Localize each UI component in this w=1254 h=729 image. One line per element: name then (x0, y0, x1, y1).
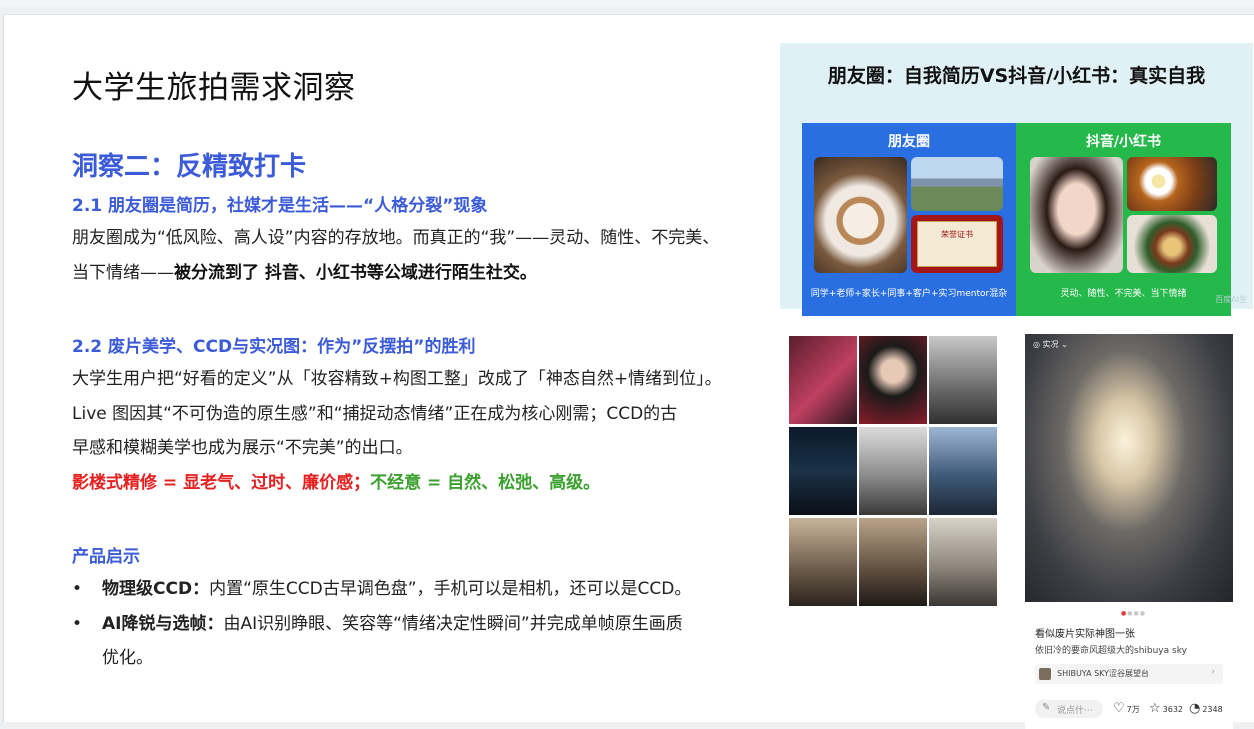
bullet-1-text: 物理级CCD：内置“原生CCD古早调色盘”，手机可以是相机，还可以是CCD。 (102, 572, 752, 606)
star-count: 3632 (1162, 705, 1184, 714)
landscape-photo (911, 157, 1003, 211)
douyin-xhs-footer: 灵动、随性、不完美、当下情绪 (1060, 289, 1187, 299)
collage-photo (859, 336, 927, 424)
pencil-icon: ✎ (1042, 702, 1051, 713)
section-2-2-body: 大学生用户把“好看的定义”从「妆容精致+构图工整」改成了「神态自然+情绪到位」。… (72, 362, 722, 500)
section-2-1-line-2-bold: 被分流到了 抖音、小红书等公域进行陌生社交。 (174, 262, 537, 283)
social-post-card: ◎ 实况 ⌄ ●●●● 看似废片实际神图一张 依旧冷的要命风超级大的shibuy… (1025, 334, 1233, 729)
bullet-2-body-cont: 优化。 (102, 648, 153, 668)
star-icon: ☆ (1149, 701, 1161, 716)
carousel-dots: ●●●● (1121, 610, 1146, 617)
comment-button[interactable]: ◔ 2348 (1189, 701, 1223, 716)
product-heading: 产品启示 (72, 547, 140, 567)
like-button[interactable]: ♡ 7万 (1113, 701, 1140, 716)
window-top-strip (0, 0, 1254, 6)
location-thumb-icon (1039, 668, 1051, 680)
comparison-image: 朋友圈：自我简历VS抖音/小红书：真实自我 朋友圈 荣誉证书 同学+老师+家长+… (780, 43, 1253, 316)
certificate-inner (917, 221, 997, 267)
collage-photo (929, 336, 997, 424)
comment-icon: ◔ (1189, 701, 1201, 716)
bullet-2-bold: AI降锐与选帧： (102, 614, 224, 634)
section-2-1-line-2: 当下情绪——被分流到了 抖音、小红书等公域进行陌生社交。 (72, 256, 719, 291)
conclusion-green: 不经意 = 自然、松弛、高级。 (370, 472, 601, 493)
favorite-button[interactable]: ☆ 3632 (1149, 701, 1183, 716)
coffee-photo (814, 157, 907, 273)
douyin-xhs-column: 抖音/小红书 灵动、随性、不完美、当下情绪 (1016, 123, 1231, 316)
slide: 大学生旅拍需求洞察 洞察二：反精致打卡 2.1 朋友圈是简历，社媒才是生活——“… (3, 14, 1254, 729)
location-tag[interactable]: SHIBUYA SKY涩谷展望台 › (1035, 664, 1223, 684)
selfie-photo (1030, 157, 1123, 273)
bullet-1-body: 内置“原生CCD古早调色盘”，手机可以是相机，还可以是CCD。 (209, 579, 692, 599)
collage-photo (789, 518, 857, 606)
comment-input[interactable]: ✎ 说点什··· (1035, 700, 1103, 718)
certificate-photo: 荣誉证书 (911, 215, 1003, 273)
food-photo-2 (1127, 215, 1217, 273)
comment-count: 2348 (1202, 705, 1223, 714)
page-title: 大学生旅拍需求洞察 (72, 70, 356, 106)
conclusion-red: 影楼式精修 = 显老气、过时、廉价感； (72, 472, 371, 493)
collage-photo (859, 518, 927, 606)
insight-heading: 洞察二：反精致打卡 (72, 152, 307, 182)
section-2-1-line-2-plain: 当下情绪—— (72, 262, 174, 283)
moments-heading: 朋友圈 (888, 134, 930, 150)
watermark: 百度AI生 (1215, 295, 1247, 304)
collage-photo (789, 336, 857, 424)
collage-photo (789, 427, 857, 515)
bullet-2-body: 由AI识别睁眼、笑容等“情绪决定性瞬间”并完成单帧原生画质 (223, 614, 683, 634)
post-caption: 依旧冷的要命风超级大的shibuya sky (1035, 646, 1187, 656)
comment-placeholder: 说点什··· (1057, 706, 1093, 716)
section-2-2-title: 2.2 废片美学、CCD与实况图：作为”反摆拍”的胜利 (72, 337, 476, 357)
section-2-2-line-2: Live 图因其“不可伪造的原生感”和“捕捉动态情绪”正在成为核心刚需；CCD的… (72, 403, 678, 424)
collage-photo (859, 427, 927, 515)
moments-footer: 同学+老师+家长+同事+客户+实习mentor混杂 (810, 289, 1008, 299)
collage-photo (929, 518, 997, 606)
live-label[interactable]: ◎ 实况 ⌄ (1033, 339, 1068, 350)
live-photo[interactable] (1025, 334, 1233, 602)
bullet-dot: • (72, 614, 83, 634)
bullet-1-bold: 物理级CCD： (102, 579, 210, 599)
location-text: SHIBUYA SKY涩谷展望台 (1057, 669, 1150, 678)
chevron-right-icon: › (1211, 667, 1215, 677)
like-count: 7万 (1126, 705, 1140, 714)
certificate-text: 荣誉证书 (941, 230, 973, 239)
moments-column: 朋友圈 荣誉证书 同学+老师+家长+同事+客户+实习mentor混杂 (802, 123, 1016, 316)
section-2-1-title: 2.1 朋友圈是简历，社媒才是生活——“人格分裂”现象 (72, 196, 488, 216)
collage-photo (929, 427, 997, 515)
post-title: 看似废片实际神图一张 (1035, 629, 1135, 640)
photo-collage (789, 336, 997, 606)
comparison-title: 朋友圈：自我简历VS抖音/小红书：真实自我 (827, 65, 1206, 87)
bullet-dot: • (72, 579, 83, 599)
section-2-1-body: 朋友圈成为“低风险、高人设”内容的存放地。而真正的“我”——灵动、随性、不完美、… (72, 221, 719, 290)
bullet-2-text: AI降锐与选帧：由AI识别睁眼、笑容等“情绪决定性瞬间”并完成单帧原生画质优化。 (102, 607, 752, 675)
food-photo-1 (1127, 157, 1217, 211)
section-2-2-line-1: 大学生用户把“好看的定义”从「妆容精致+构图工整」改成了「神态自然+情绪到位」。 (72, 369, 722, 389)
section-2-2-line-3: 早感和模糊美学也成为展示“不完美”的出口。 (72, 438, 413, 458)
heart-icon: ♡ (1113, 701, 1125, 716)
section-2-2-conclusion: 影楼式精修 = 显老气、过时、廉价感；不经意 = 自然、松弛、高级。 (72, 466, 722, 501)
douyin-xhs-heading: 抖音/小红书 (1085, 134, 1162, 150)
section-2-1-line-1: 朋友圈成为“低风险、高人设”内容的存放地。而真正的“我”——灵动、随性、不完美、 (72, 228, 720, 248)
